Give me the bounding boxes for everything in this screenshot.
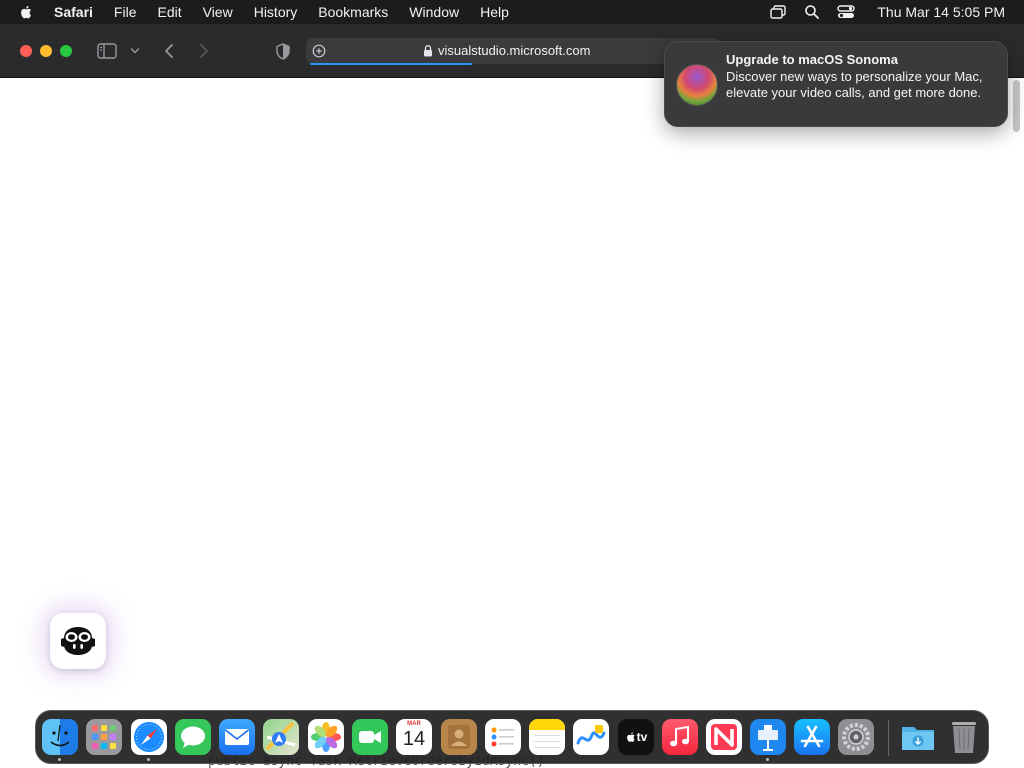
- dock-app-store-icon[interactable]: [794, 719, 830, 755]
- dock-contacts-icon[interactable]: [441, 719, 477, 755]
- url-text: visualstudio.microsoft.com: [438, 43, 591, 58]
- apple-logo-icon: [626, 732, 635, 742]
- keynote-running-indicator: [766, 758, 769, 761]
- dock-reminders-icon[interactable]: [485, 719, 521, 755]
- dock-safari-icon[interactable]: [131, 719, 167, 755]
- menu-edit[interactable]: Edit: [157, 4, 181, 20]
- chevron-down-icon[interactable]: [128, 44, 142, 58]
- dock-maps-icon[interactable]: [263, 719, 299, 755]
- page-scrollbar[interactable]: [1013, 80, 1020, 132]
- notification-body: Discover new ways to personalize your Ma…: [726, 69, 983, 100]
- menu-bar: Safari File Edit View History Bookmarks …: [0, 0, 1024, 24]
- safari-running-indicator: [147, 758, 150, 761]
- control-center-icon[interactable]: [837, 3, 856, 21]
- page-load-progress: [310, 63, 473, 65]
- address-bar[interactable]: visualstudio.microsoft.com: [306, 38, 720, 65]
- sidebar-toggle-icon[interactable]: [96, 41, 118, 61]
- dock-notes-icon[interactable]: [529, 719, 565, 755]
- lock-icon: [424, 45, 432, 57]
- calendar-day: 14: [402, 728, 426, 750]
- dock-mail-icon[interactable]: [219, 719, 255, 755]
- copilot-icon: [61, 627, 95, 655]
- copilot-chat-button[interactable]: [50, 613, 106, 669]
- dock-news-icon[interactable]: [706, 719, 742, 755]
- tv-label: tv: [636, 730, 648, 744]
- calendar-month: MAR: [407, 721, 421, 727]
- menu-view[interactable]: View: [203, 4, 233, 20]
- privacy-shield-icon[interactable]: [274, 40, 292, 62]
- menu-help[interactable]: Help: [480, 4, 509, 20]
- back-button-icon[interactable]: [160, 41, 178, 61]
- dock-keynote-icon[interactable]: [750, 719, 786, 755]
- dock-downloads-folder-icon[interactable]: [900, 719, 936, 755]
- apple-menu-icon[interactable]: [17, 3, 35, 21]
- close-window-button[interactable]: [20, 45, 32, 57]
- status-area: Thu Mar 14 5:05 PM: [769, 0, 1024, 24]
- menu-bookmarks[interactable]: Bookmarks: [318, 4, 388, 20]
- dock-separator: [888, 720, 889, 756]
- forward-button-icon[interactable]: [195, 41, 213, 61]
- dock-photos-icon[interactable]: [308, 719, 344, 755]
- menu-list: Safari File Edit View History Bookmarks …: [54, 0, 530, 24]
- notification-title: Upgrade to macOS Sonoma: [726, 52, 898, 67]
- spotlight-search-icon[interactable]: [803, 3, 821, 21]
- menu-safari[interactable]: Safari: [54, 4, 93, 20]
- macos-sonoma-icon: [676, 64, 718, 106]
- menu-window[interactable]: Window: [409, 4, 459, 20]
- dock-trash-icon[interactable]: [946, 719, 982, 755]
- page-settings-icon[interactable]: [311, 43, 327, 59]
- dock-facetime-icon[interactable]: [352, 719, 388, 755]
- dock-messages-icon[interactable]: [175, 719, 211, 755]
- zoom-window-button[interactable]: [60, 45, 72, 57]
- dock-system-settings-icon[interactable]: [838, 719, 874, 755]
- dock-freeform-icon[interactable]: [573, 719, 609, 755]
- finder-running-indicator: [58, 758, 61, 761]
- menu-file[interactable]: File: [114, 4, 137, 20]
- dock-tv-icon[interactable]: tv: [618, 719, 654, 755]
- dock: MAR 14 tv: [35, 710, 989, 764]
- minimize-window-button[interactable]: [40, 45, 52, 57]
- menu-clock[interactable]: Thu Mar 14 5:05 PM: [877, 4, 1005, 20]
- menu-history[interactable]: History: [254, 4, 298, 20]
- dock-launchpad-icon[interactable]: [86, 719, 122, 755]
- dock-calendar-icon[interactable]: MAR 14: [396, 719, 432, 755]
- dock-music-icon[interactable]: [662, 719, 698, 755]
- dock-finder-icon[interactable]: [42, 719, 78, 755]
- screen-mirroring-icon[interactable]: [769, 3, 787, 21]
- sonoma-upgrade-notification[interactable]: Upgrade to macOS Sonoma Discover new way…: [664, 41, 1008, 127]
